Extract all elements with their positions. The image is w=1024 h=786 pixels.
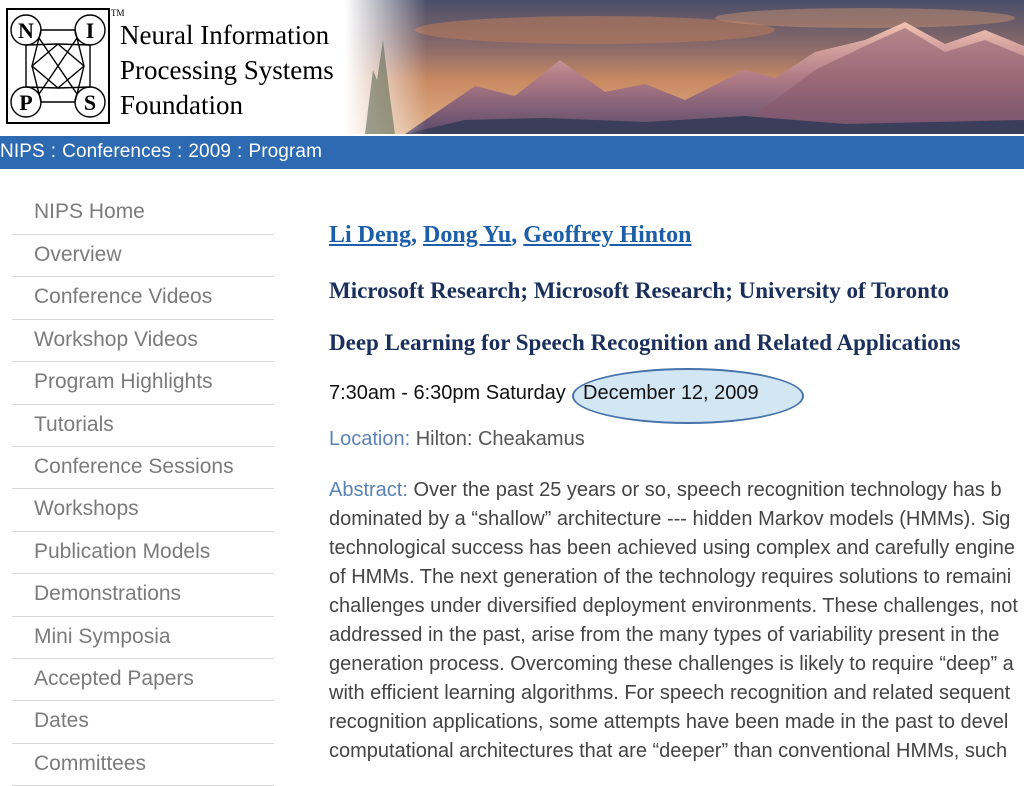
- abstract-line: recognition applications, some attempts …: [329, 711, 1009, 733]
- abstract-line: dominated by a “shallow” architecture --…: [329, 508, 1011, 530]
- sidebar-nav: NIPS Home Overview Conference Videos Wor…: [12, 192, 274, 786]
- location-label: Location:: [329, 428, 411, 450]
- breadcrumb-conferences[interactable]: Conferences: [62, 141, 171, 162]
- author-link[interactable]: Geoffrey Hinton: [523, 222, 691, 248]
- abstract: Abstract: Over the past 25 years or so, …: [329, 476, 1024, 766]
- sidebar-item-conference-videos[interactable]: Conference Videos: [12, 277, 274, 320]
- abstract-line: of HMMs. The next generation of the tech…: [329, 566, 1012, 588]
- sidebar-item-conference-sessions[interactable]: Conference Sessions: [12, 447, 274, 490]
- mountain-banner-image: [345, 0, 1024, 134]
- breadcrumb-program[interactable]: Program: [248, 141, 322, 162]
- event-detail: Li Deng, Dong Yu, Geoffrey Hinton Micros…: [329, 222, 1024, 762]
- breadcrumb-2009[interactable]: 2009: [188, 141, 231, 162]
- foundation-line: Foundation: [120, 90, 244, 120]
- foundation-line: Neural Information: [120, 20, 330, 50]
- author-link[interactable]: Dong Yu: [423, 222, 511, 248]
- sidebar-item-accepted-papers[interactable]: Accepted Papers: [12, 659, 274, 702]
- abstract-line: addressed in the past, arise from the ma…: [329, 624, 1000, 646]
- sidebar-item-nips-home[interactable]: NIPS Home: [12, 192, 274, 235]
- sidebar-item-dates[interactable]: Dates: [12, 701, 274, 744]
- abstract-line: technological success has been achieved …: [329, 537, 1015, 559]
- abstract-line: Abstract: Over the past 25 years or so, …: [329, 476, 1024, 505]
- sidebar-item-overview[interactable]: Overview: [12, 235, 274, 278]
- sidebar-item-demonstrations[interactable]: Demonstrations: [12, 574, 274, 617]
- breadcrumb-bar: NIPS: Conferences:2009: Program: [0, 136, 1024, 169]
- logo-letter-p: P: [19, 90, 32, 115]
- logo-letter-s: S: [84, 90, 96, 115]
- foundation-name: Neural Information Processing Systems Fo…: [120, 18, 334, 123]
- event-time: 7:30am - 6:30pm Saturday: [329, 382, 566, 404]
- trademark-mark: TM: [111, 8, 125, 18]
- abstract-label: Abstract:: [329, 479, 408, 501]
- abstract-line: generation process. Overcoming these cha…: [329, 653, 1014, 675]
- event-location: Location: Hilton: Cheakamus: [329, 428, 585, 451]
- event-title: Deep Learning for Speech Recognition and…: [329, 330, 961, 355]
- sidebar-item-program-highlights[interactable]: Program Highlights: [12, 362, 274, 405]
- sidebar-item-workshop-videos[interactable]: Workshop Videos: [12, 320, 274, 363]
- logo-letter-i: I: [86, 18, 95, 43]
- sidebar-item-mini-symposia[interactable]: Mini Symposia: [12, 617, 274, 659]
- site-header: N I P S TM Neural Information Processing…: [0, 0, 1024, 134]
- nips-logo[interactable]: N I P S: [6, 8, 110, 124]
- affiliations: Microsoft Research; Microsoft Research; …: [329, 278, 950, 303]
- breadcrumb: NIPS: Conferences:2009: Program: [0, 141, 322, 162]
- sidebar-item-committees[interactable]: Committees: [12, 744, 274, 786]
- abstract-line: with efficient learning algorithms. For …: [329, 682, 1011, 704]
- abstract-line: challenges under diversified deployment …: [329, 595, 1018, 617]
- author-list: Li Deng, Dong Yu, Geoffrey Hinton: [329, 222, 692, 248]
- abstract-text: Over the past 25 years or so, speech rec…: [407, 479, 1002, 501]
- event-date: December 12, 2009: [583, 382, 759, 404]
- sidebar-item-workshops[interactable]: Workshops: [12, 489, 274, 532]
- sidebar-item-publication-models[interactable]: Publication Models: [12, 532, 274, 575]
- logo-letter-n: N: [18, 18, 34, 43]
- author-link[interactable]: Li Deng: [329, 222, 411, 248]
- location-value: Hilton: Cheakamus: [415, 428, 585, 450]
- breadcrumb-nips[interactable]: NIPS: [0, 141, 45, 162]
- foundation-line: Processing Systems: [120, 55, 334, 85]
- sidebar-item-tutorials[interactable]: Tutorials: [12, 405, 274, 447]
- abstract-line: computational architectures that are “de…: [329, 740, 1008, 762]
